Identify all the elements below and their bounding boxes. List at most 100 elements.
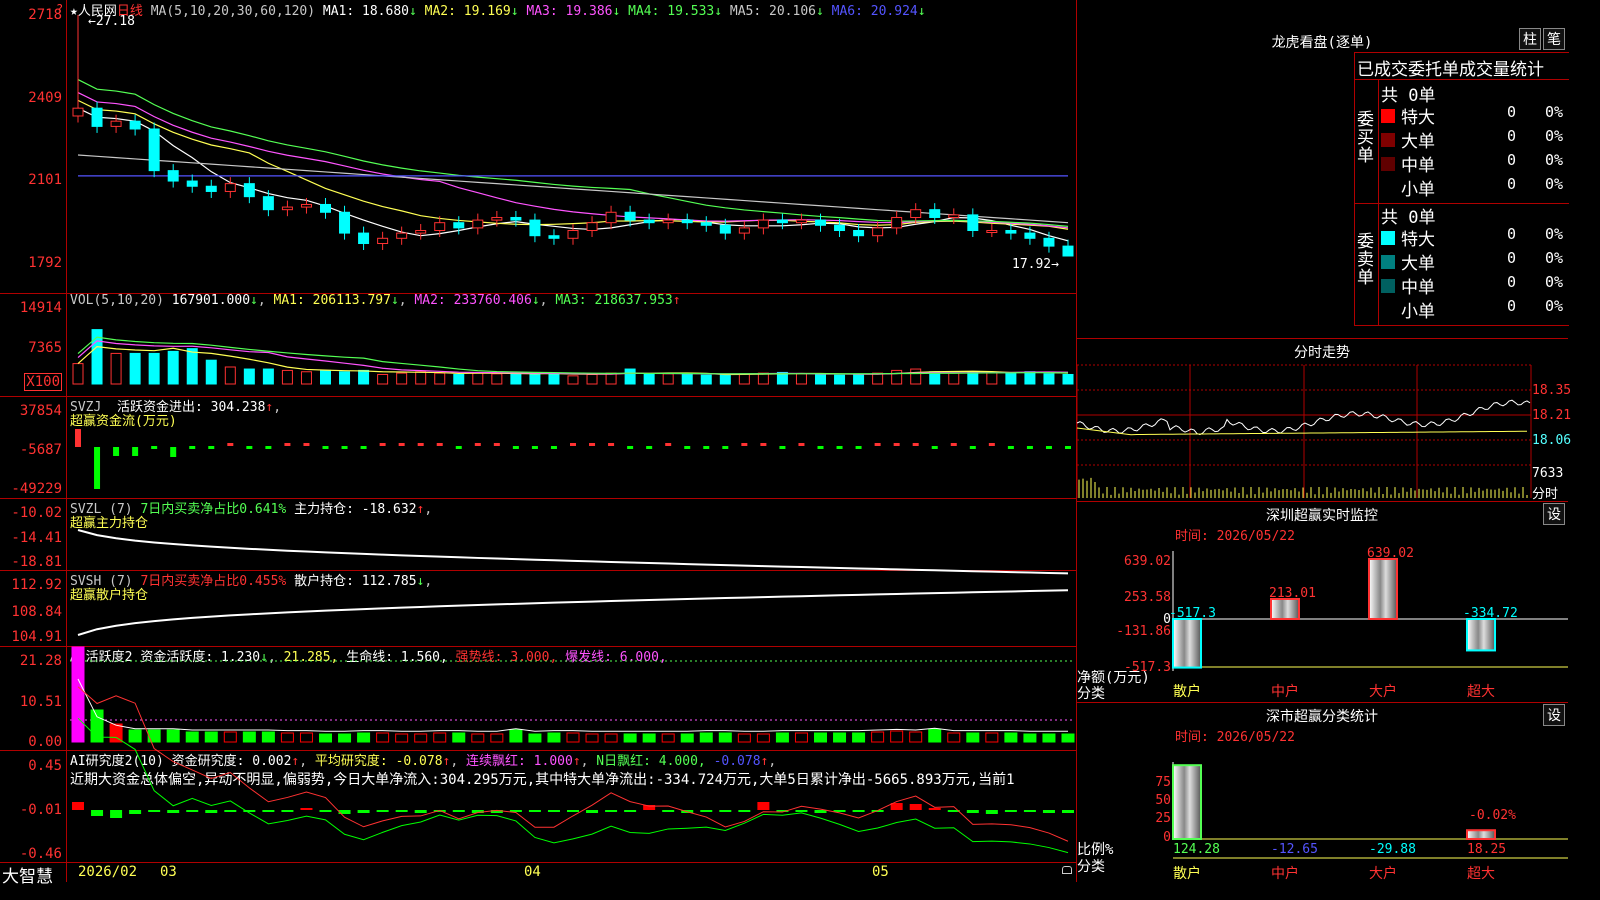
x-axis: 大智慧 2026/02 03 04 05 — [0, 862, 1076, 887]
svzl-panel[interactable]: -10.02 -14.41 -18.81 SVZL (7) 7日内买卖净占比0.… — [0, 498, 1076, 575]
ai-activity-panel[interactable]: 21.28 10.51 0.00 AI活跃度2 资金活跃度: 1.230↓, 2… — [0, 646, 1076, 751]
intra-avg-line — [1076, 427, 1528, 436]
vol-bar-44 — [910, 368, 922, 385]
vol-bar-39 — [815, 373, 826, 385]
volume-panel[interactable]: 14914 7365 X100 VOL(5,10,20) 167901.000↓… — [0, 293, 1076, 397]
x-axis-divider — [76, 862, 1076, 863]
vol-bar-11 — [281, 369, 293, 385]
svzj-bar-14 — [341, 446, 348, 449]
ai1-bar-34 — [718, 732, 732, 743]
svzj-bar-24 — [531, 446, 538, 449]
vol-bar-38 — [795, 373, 807, 385]
monitor-cat-3: 超大 — [1467, 684, 1495, 700]
candlestick-chart[interactable] — [0, 0, 1076, 293]
lock-icon[interactable] — [1062, 866, 1072, 874]
xaxis-label-1: 03 — [160, 864, 177, 880]
candle-body-14 — [339, 211, 351, 234]
monitor-panel[interactable]: 深圳超赢实时监控 设 时间: 2026/05/22 639.02 253.58 … — [1077, 501, 1568, 703]
ai2-bar-52 — [1062, 810, 1074, 813]
ai2-bar-48 — [985, 810, 998, 814]
vol-bar-8 — [224, 366, 236, 385]
ai1-bar-45 — [928, 728, 942, 743]
svzj-bar-8 — [227, 443, 234, 446]
candle-body-21 — [472, 219, 484, 229]
candle-body-11 — [281, 206, 293, 211]
stats-bar-label-0: 124.28 — [1173, 842, 1220, 857]
legend-square — [1381, 231, 1395, 245]
row-label: 中单 — [1401, 156, 1435, 176]
vol-bar-17 — [396, 372, 408, 385]
svzj-bar-39 — [817, 446, 824, 449]
ai2-bar-1 — [91, 810, 104, 816]
candle-body-23 — [510, 216, 522, 221]
svzj-bar-40 — [836, 446, 843, 449]
ai2-bar-6 — [186, 810, 199, 812]
ai1-bar-25 — [547, 732, 561, 743]
candle-body-20 — [453, 222, 465, 229]
candle-body-49 — [1005, 229, 1017, 234]
lhb-panel[interactable]: 龙虎看盘(逐单) 柱 笔 已成交委托单成交量统计 委买单 委卖单 共 0单 共 … — [1077, 0, 1569, 339]
ai-research-chart — [72, 686, 1074, 854]
svzj-panel[interactable]: 37854 -5687 -49229 SVZJ 活跃资金进出: 304.238↑… — [0, 396, 1076, 499]
svzj-bar-21 — [474, 443, 481, 446]
ai1-bar-13 — [319, 733, 332, 743]
svzj-bar-16 — [379, 443, 386, 446]
ai-research-panel[interactable]: 0.45 -0.01 -0.46 AI研究度2(10) 资金研究度: 0.002… — [0, 686, 1076, 863]
vol-bar-43 — [891, 369, 903, 385]
ai1-bar-18 — [414, 733, 428, 743]
ai2-bar-35 — [738, 810, 751, 812]
vol-bar-4 — [148, 352, 160, 385]
ai2-bar-20 — [452, 810, 465, 812]
vol-bar-52 — [1062, 373, 1074, 385]
vol-bar-49 — [1005, 372, 1017, 385]
legend-square — [1381, 109, 1395, 123]
svzj-bar-20 — [455, 446, 462, 449]
candle-body-6 — [186, 180, 198, 187]
vol-bar-32 — [681, 373, 693, 385]
ai2-bar-16 — [376, 810, 389, 812]
monitor-chart: -517.3 散户 213.01 中户 639.02 大户 -334.72 超大 — [1169, 546, 1568, 700]
vol-bar-40 — [834, 374, 846, 385]
buy-group-label: 委买单 — [1357, 110, 1374, 166]
bar-mode-button[interactable]: 柱 — [1519, 28, 1541, 50]
svsh-panel[interactable]: 112.92 108.84 104.91 SVSH (7) 7日内买卖净占比0.… — [0, 570, 1076, 647]
ai2-bar-51 — [1042, 810, 1055, 813]
row-label: 小单 — [1401, 302, 1435, 322]
ai2-bar-17 — [395, 810, 408, 812]
ai1-bar-51 — [1042, 733, 1056, 743]
vol-bar-35 — [738, 373, 750, 385]
ai1-bar-15 — [357, 732, 371, 743]
candle-body-52 — [1062, 245, 1074, 257]
vol-bar-14 — [339, 371, 351, 385]
candle-body-18 — [415, 229, 427, 234]
ai1-bar-37 — [775, 732, 789, 743]
candle-body-36 — [757, 219, 769, 229]
xaxis-label-0: 2026/02 — [78, 864, 138, 880]
stats-panel[interactable]: 深市超赢分类统计 设 时间: 2026/05/22 75 50 25 0 比例%… — [1077, 702, 1568, 882]
ai1-bar-33 — [699, 732, 713, 743]
vol-bar-10 — [262, 368, 274, 385]
svzj-chart — [75, 429, 1071, 489]
candle-body-28 — [605, 211, 617, 224]
kline-panel[interactable]: 2718 2409 2101 1792 ★人民网日线 MA(5,10,20,30… — [0, 0, 1076, 294]
tick-mode-button[interactable]: 笔 — [1543, 28, 1565, 50]
vol-bar-6 — [186, 348, 198, 385]
svzj-bar-31 — [665, 443, 672, 446]
ai1-bar-27 — [585, 733, 599, 743]
left-axis-divider — [66, 0, 67, 882]
intraday-panel[interactable]: 分时走势 18.35 18.21 18.06 7633 分时 — [1076, 338, 1571, 502]
monitor-cat-1: 中户 — [1271, 683, 1299, 700]
svzj-bar-44 — [912, 443, 919, 446]
row-pct: 0% — [1545, 151, 1564, 169]
svzj-bar-12 — [303, 443, 310, 446]
monitor-cat-2: 大户 — [1369, 683, 1397, 700]
ai1-bar-47 — [966, 732, 980, 743]
svzj-bar-29 — [627, 446, 634, 449]
candle-body-40 — [834, 224, 846, 231]
brand: 大智慧 — [2, 867, 53, 887]
stats-bar-0 — [1172, 764, 1202, 841]
row-count: 0 — [1507, 175, 1517, 193]
ai2-bar-2 — [110, 810, 123, 818]
candle-body-17 — [396, 232, 408, 239]
ai1-bar-11 — [280, 732, 294, 743]
